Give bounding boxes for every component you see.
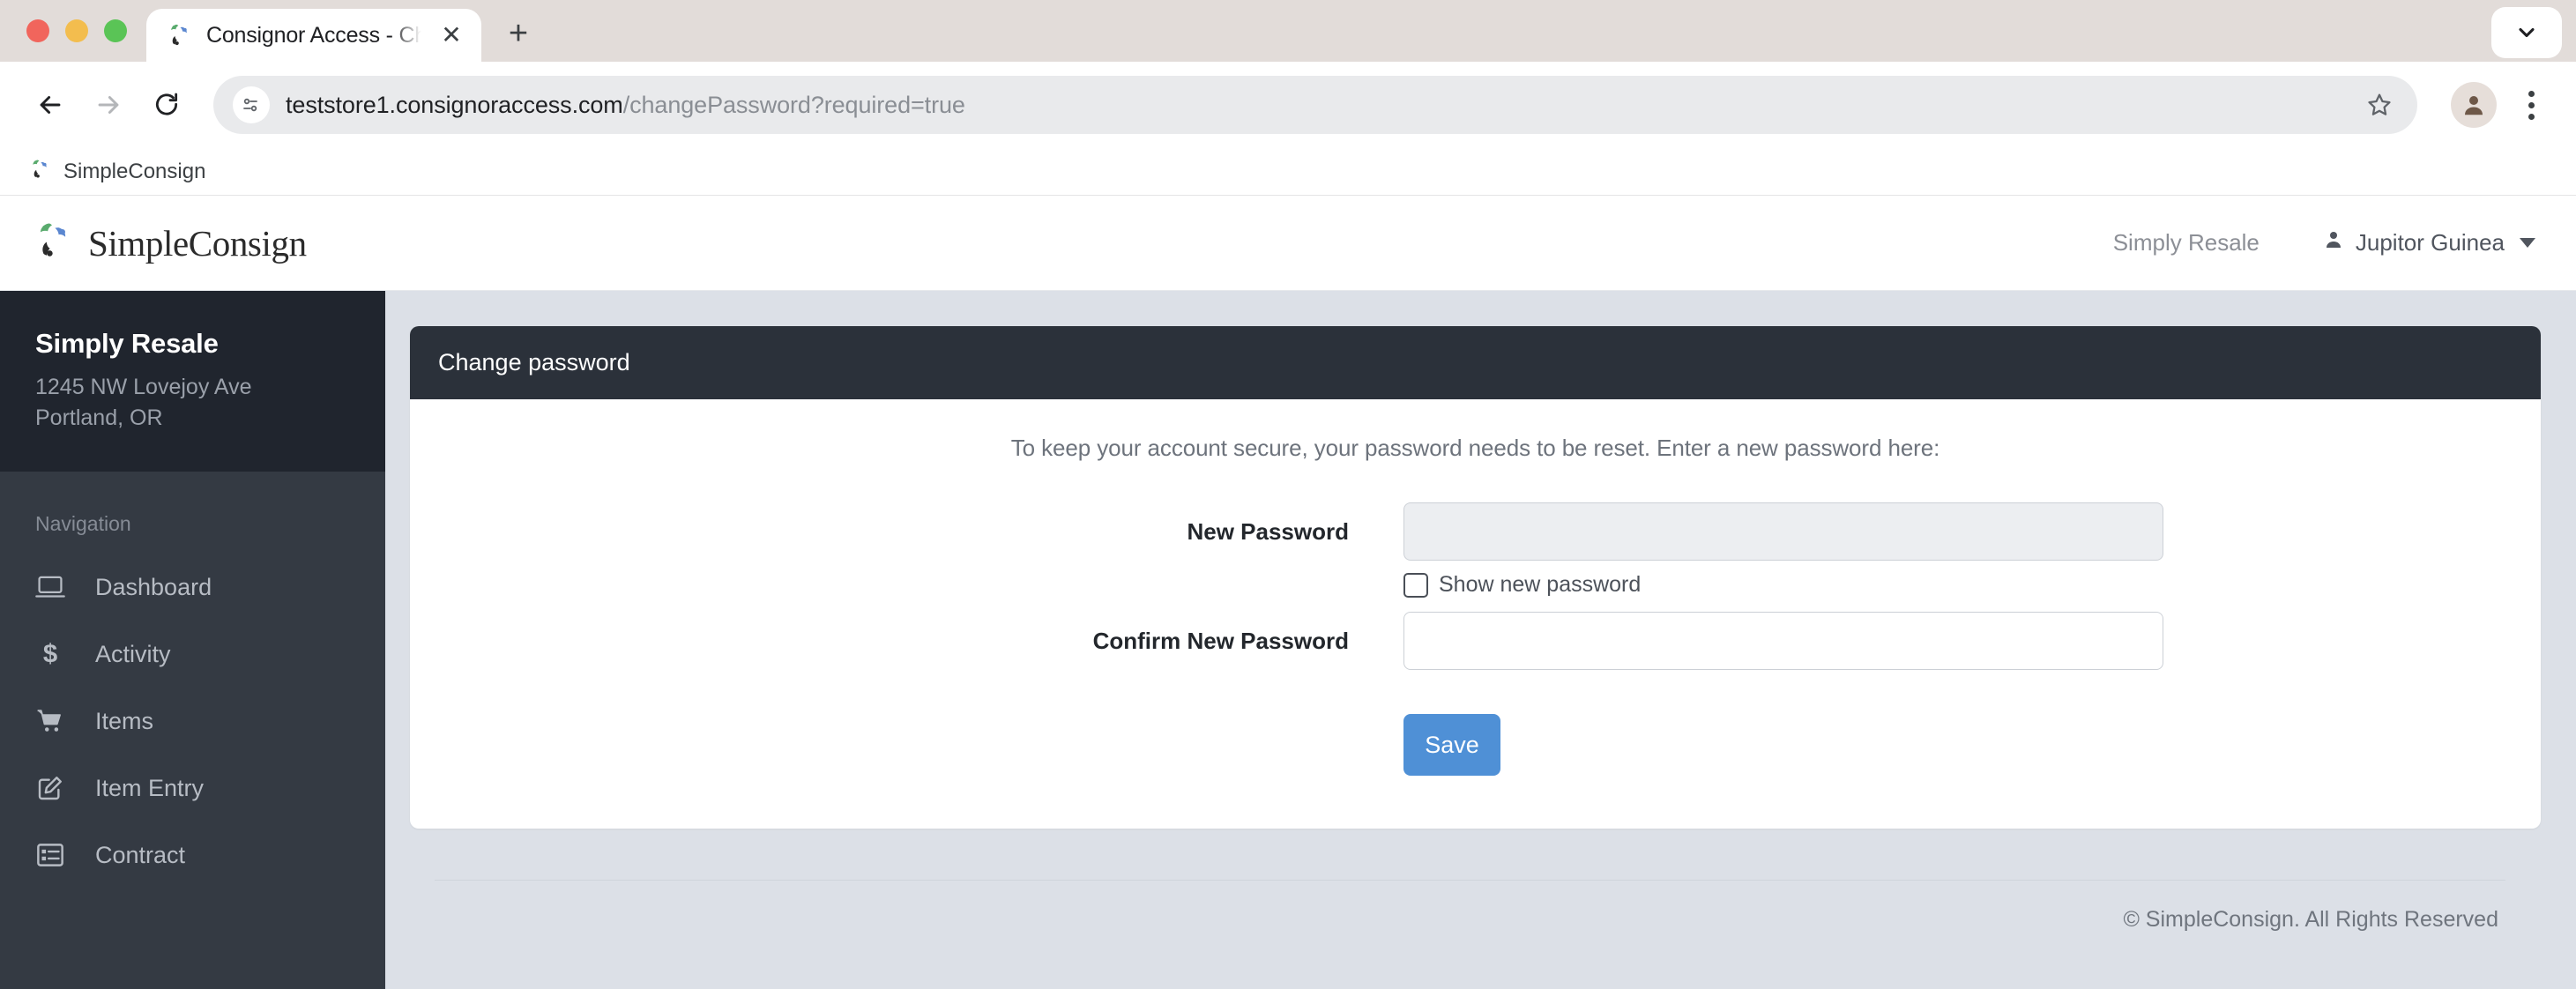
simpleconsign-logo-icon (166, 22, 192, 48)
user-name-label: Jupitor Guinea (2355, 229, 2505, 256)
browser-tab[interactable]: Consignor Access - Change p ✕ (146, 9, 481, 62)
bookmark-label: SimpleConsign (63, 159, 206, 183)
close-window-button[interactable] (26, 19, 49, 42)
chevron-down-icon (2519, 27, 2535, 38)
close-tab-button[interactable]: ✕ (436, 19, 467, 51)
sidebar-store-header: Simply Resale 1245 NW Lovejoy Ave Portla… (0, 291, 385, 472)
show-new-password-row[interactable]: Show new password (1403, 572, 2163, 598)
app-header-right: Simply Resale Jupitor Guinea (2113, 229, 2535, 257)
header-store-name: Simply Resale (2112, 229, 2260, 256)
url-text: teststore1.consignoraccess.com/changePas… (286, 92, 965, 119)
app-brand-label: SimpleConsign (88, 222, 307, 264)
sidebar-item-label: Dashboard (95, 573, 212, 600)
maximize-window-button[interactable] (104, 19, 127, 42)
dollar-icon: $ (35, 637, 71, 671)
sidebar-item-label: Contract (95, 841, 186, 868)
show-new-password-label: Show new password (1439, 572, 1642, 597)
save-row: Save (438, 714, 2513, 776)
sidebar-item-item-entry[interactable]: Item Entry (0, 755, 385, 822)
tab-strip: Consignor Access - Change p ✕ + (0, 0, 2576, 62)
simpleconsign-logo-icon (28, 158, 51, 185)
address-bar[interactable]: teststore1.consignoraccess.com/changePas… (213, 76, 2417, 134)
sidebar: Simply Resale 1245 NW Lovejoy Ave Portla… (0, 291, 385, 989)
page-footer: © SimpleConsign. All Rights Reserved (410, 829, 2541, 956)
instruction-text: To keep your account secure, your passwo… (1010, 435, 1940, 461)
simpleconsign-logo-icon (32, 219, 74, 266)
sidebar-store-address-line2: Portland, OR (35, 405, 163, 430)
three-dot-menu-icon[interactable] (2509, 80, 2553, 130)
sidebar-item-activity[interactable]: $ Activity (0, 621, 385, 688)
new-password-label: New Password (1187, 518, 1349, 545)
laptop-icon (35, 570, 71, 604)
confirm-password-label: Confirm New Password (1092, 628, 1349, 654)
sidebar-section-label: Navigation (35, 512, 131, 535)
card-body: To keep your account secure, your passwo… (410, 399, 2541, 829)
url-path: /changePassword?required=true (622, 91, 965, 118)
page-body: Simply Resale 1245 NW Lovejoy Ave Portla… (0, 291, 2576, 989)
list-table-icon (35, 838, 71, 872)
sidebar-store-address-line1: 1245 NW Lovejoy Ave (35, 375, 252, 399)
show-new-password-checkbox[interactable] (1403, 572, 1428, 598)
app-brand[interactable]: SimpleConsign (32, 219, 307, 266)
sidebar-item-items[interactable]: Items (0, 688, 385, 755)
arrow-left-icon (40, 96, 61, 114)
new-password-input[interactable] (1403, 502, 2163, 561)
sidebar-item-label: Item Entry (95, 774, 205, 801)
change-password-card: Change password To keep your account sec… (410, 326, 2541, 829)
sidebar-store-name: Simply Resale (35, 328, 219, 359)
profile-avatar-icon[interactable] (2451, 82, 2497, 128)
bookmarks-bar: SimpleConsign (0, 148, 2576, 196)
new-password-control: Show new password (1403, 502, 2163, 598)
svg-text:$: $ (43, 640, 57, 668)
url-domain: teststore1.consignoraccess.com (286, 91, 623, 118)
page-content: SimpleConsign Simply Resale Jupitor Guin… (0, 196, 2576, 989)
window-traffic-lights (0, 19, 146, 62)
reload-icon (155, 93, 178, 115)
arrow-right-icon (98, 96, 119, 114)
back-button[interactable] (23, 78, 78, 132)
confirm-password-row: Confirm New Password (438, 612, 2513, 670)
reload-button[interactable] (139, 78, 194, 132)
browser-window: Consignor Access - Change p ✕ + (0, 0, 2576, 989)
new-password-row: New Password Show new password (438, 502, 2513, 598)
site-settings-icon[interactable] (233, 86, 270, 123)
sidebar-item-dashboard[interactable]: Dashboard (0, 554, 385, 621)
card-title: Change password (410, 326, 2541, 399)
forward-button[interactable] (81, 78, 136, 132)
footer-copyright: © SimpleConsign. All Rights Reserved (2123, 907, 2498, 932)
tab-search-button[interactable] (2491, 7, 2562, 58)
bookmark-item-simpleconsign[interactable]: SimpleConsign (19, 154, 214, 189)
user-menu[interactable]: Jupitor Guinea (2323, 229, 2535, 257)
confirm-password-control (1403, 612, 2163, 670)
tab-title: Consignor Access - Change p (206, 22, 421, 48)
confirm-password-input[interactable] (1403, 612, 2163, 670)
pencil-square-icon (35, 771, 71, 805)
chevron-down-icon (2520, 238, 2535, 248)
new-tab-button[interactable]: + (495, 11, 541, 56)
sidebar-item-label: Activity (95, 640, 171, 667)
save-button[interactable]: Save (1403, 714, 1500, 776)
minimize-window-button[interactable] (65, 19, 88, 42)
main-content: Change password To keep your account sec… (385, 291, 2576, 989)
app-header: SimpleConsign Simply Resale Jupitor Guin… (0, 196, 2576, 291)
person-icon (2323, 229, 2344, 257)
sidebar-item-label: Items (95, 707, 154, 734)
browser-toolbar: teststore1.consignoraccess.com/changePas… (0, 62, 2576, 148)
shopping-cart-icon (35, 704, 71, 738)
bookmark-star-icon[interactable] (2356, 81, 2403, 129)
sidebar-item-contract[interactable]: Contract (0, 822, 385, 889)
